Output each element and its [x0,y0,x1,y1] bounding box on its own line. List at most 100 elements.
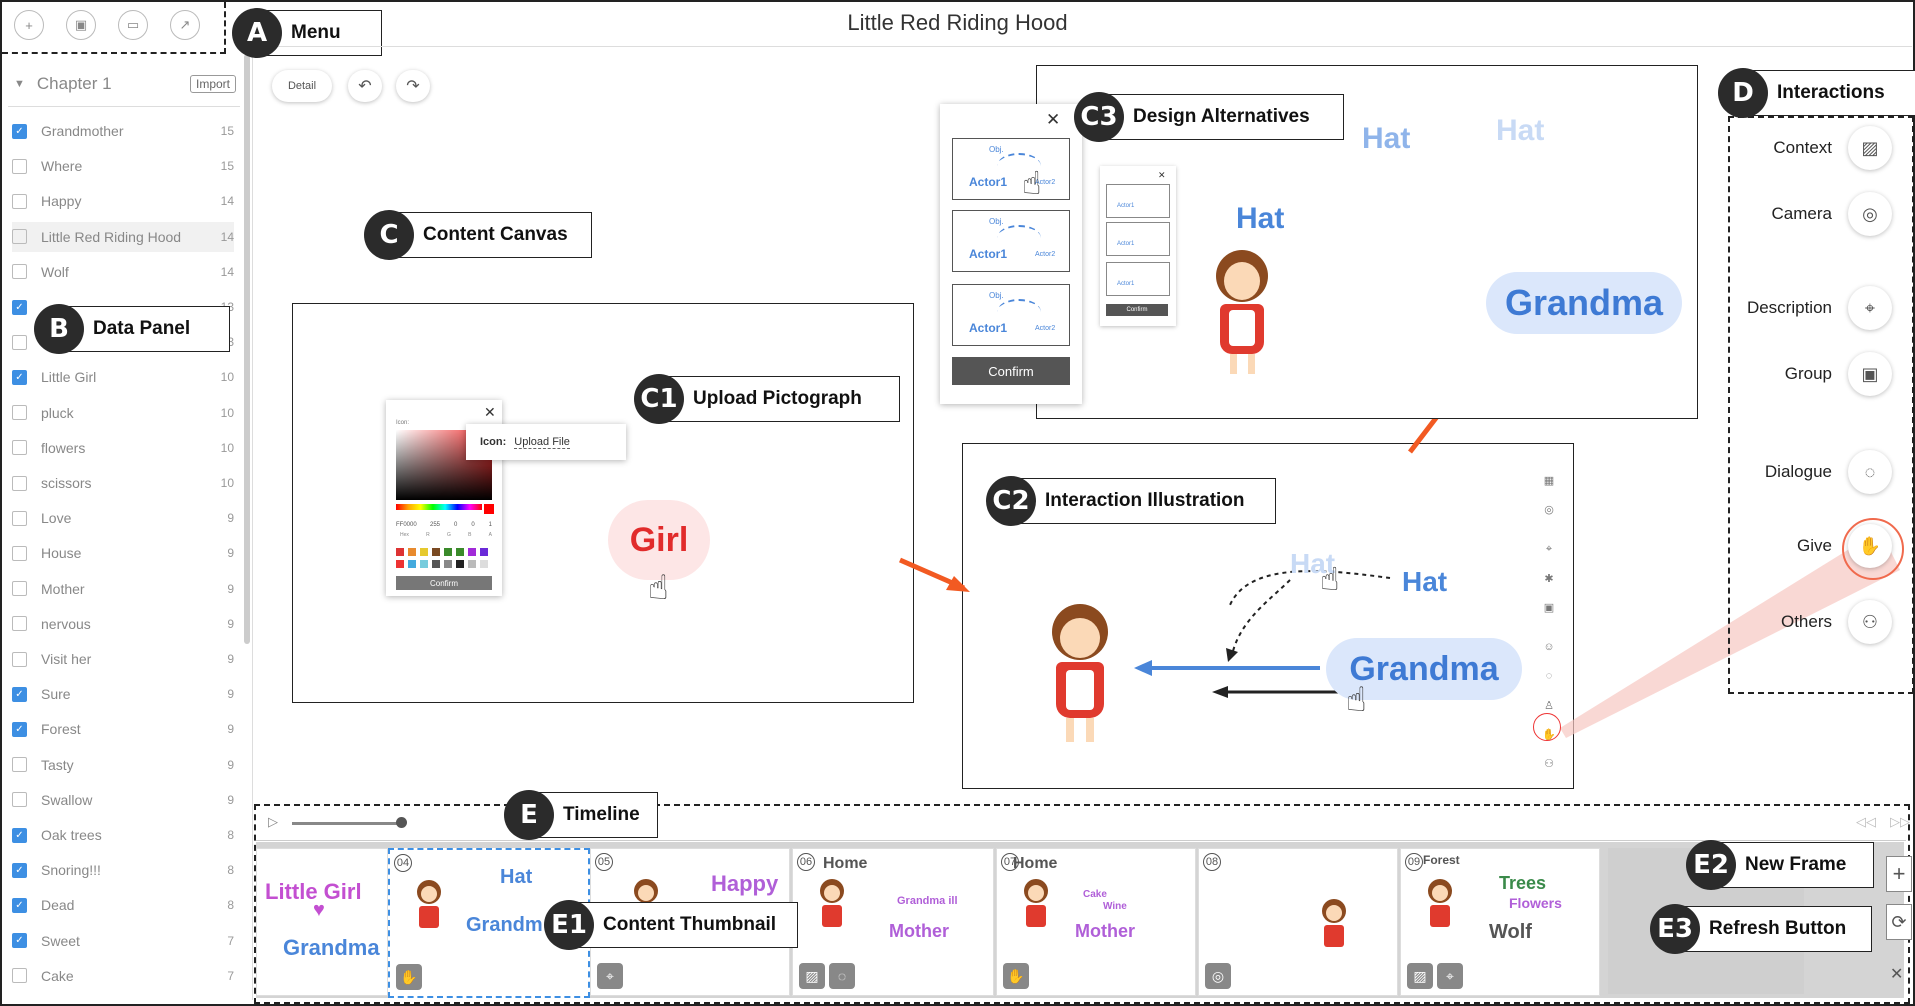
frame-text: Wolf [1489,921,1532,943]
people-icon[interactable]: ⚇ [1848,600,1892,644]
callout-design-alternatives: C3 Design Alternatives [1074,92,1344,142]
frame-thumbnail[interactable]: 06 Home Grandma ill Mother ▨ ◌ [792,848,994,996]
frame-thumbnail[interactable]: Little Girl Grandma ♥ [256,848,388,996]
camera-icon: ◎ [1205,963,1231,989]
callout-badge: A [232,8,282,58]
give-hand-icon: ✋ [1003,963,1029,989]
interaction-label: Give [1797,536,1832,555]
frame-girl-pictograph [1319,899,1349,955]
alt-hat[interactable]: Hat [1236,202,1284,236]
frame-number: 05 [595,853,613,871]
camera-icon[interactable]: ◎ [1540,500,1558,518]
callout-badge: E3 [1650,904,1700,954]
person-icon[interactable]: ♙ [1540,696,1558,714]
callout-badge: E1 [544,900,594,950]
frame-thumbnail[interactable]: 08 ◎ [1198,848,1398,996]
frame-text: Grandma ill [897,895,958,907]
speech-icon[interactable]: ◌ [1848,450,1892,494]
give-hand-icon: ✋ [396,964,422,990]
new-frame-button[interactable]: + [1886,856,1912,892]
callout-interactions: D Interactions [1718,68,1915,118]
hatch-icon: ▨ [1407,963,1433,989]
speech-icon[interactable]: ◌ [1540,667,1558,685]
tag-icon[interactable]: ⌖ [1540,540,1558,558]
alt-hat-faded-1: Hat [1362,122,1411,155]
callout-badge: D [1718,68,1768,118]
actor2-label: Actor2 [1035,325,1056,332]
timeline-slider[interactable] [292,822,402,825]
group-icon[interactable]: ▣ [1848,352,1892,396]
close-icon[interactable]: ✕ [1046,110,1060,130]
callout-badge: E2 [1686,840,1736,890]
mini-alternative-card[interactable]: Actor1 [1106,222,1170,256]
frame-text: Home [1013,855,1058,872]
tag-icon[interactable]: ⌖ [1848,286,1892,330]
callout-badge: C2 [986,476,1036,526]
mini-alternative-card[interactable]: Actor1 [1106,184,1170,218]
alternatives-confirm-button[interactable]: Confirm [952,357,1070,385]
obj-label: Obj. [989,291,1004,300]
little-girl-pictograph [1206,250,1280,376]
hatch-icon: ▨ [799,963,825,989]
frame-girl-pictograph [1425,879,1455,935]
frame-girl-pictograph [1021,879,1051,935]
close-icon[interactable]: ✕ [1890,964,1903,984]
illustration-hat[interactable]: Hat [1402,566,1447,598]
mini-confirm-button[interactable]: Confirm [1106,304,1168,316]
interaction-label: Dialogue [1764,462,1832,481]
frame-text: Flowers [1509,895,1562,911]
hatch-icon[interactable]: ▦ [1540,471,1558,489]
actor1-label: Actor1 [1117,241,1135,247]
callout-badge: C1 [634,374,684,424]
callout-label: Design Alternatives [1100,94,1344,140]
camera-icon[interactable]: ◎ [1848,192,1892,236]
callout-badge: C3 [1074,92,1124,142]
frame-text: Grandm [466,914,543,936]
timeline-slider-handle[interactable] [396,817,407,828]
frame-number: 06 [797,853,815,871]
actor2-label: Actor2 [1035,251,1056,258]
alternative-card[interactable]: Obj. Actor1 Actor2 [952,210,1070,272]
frame-thumbnail[interactable]: 07 Home Cake Wine Mother ✋ [996,848,1196,996]
interaction-label: Group [1784,364,1832,383]
callout-label: Refresh Button [1676,906,1872,952]
mini-alternative-card[interactable]: Actor1 [1106,262,1170,296]
frame-text: Happy [711,871,779,896]
interaction-label: Context [1773,138,1832,157]
obj-label: Obj. [989,145,1004,154]
speech-icon: ◌ [829,963,855,989]
frame-number: 08 [1203,853,1221,871]
forward-icon[interactable]: ▷▷ [1890,814,1910,830]
play-icon[interactable]: ▷ [268,814,278,830]
frame-text: Grandma [283,935,380,960]
give-mini-highlight [1533,713,1561,741]
frame-text: Cake [1083,889,1107,900]
refresh-button[interactable]: ⟳ [1886,904,1912,940]
close-icon[interactable]: ✕ [1158,170,1166,181]
frame-girl-pictograph [817,879,847,935]
alternative-card[interactable]: Obj. Actor1 Actor2 [952,284,1070,346]
frame-text: Forest [1423,853,1460,867]
people-icon[interactable]: ⚇ [1540,754,1558,772]
heart-icon: ♥ [313,899,325,921]
grandma-label: Grandma [1349,649,1499,688]
interaction-label: Camera [1771,204,1832,223]
alternative-arc [997,225,1041,251]
callout-badge: B [34,304,84,354]
alternative-card[interactable]: Obj. Actor1 Actor2 [952,138,1070,200]
alt-grandma[interactable]: Grandma [1486,272,1682,334]
group-icon[interactable]: ✱ [1540,569,1558,587]
frame-text: Mother [1075,921,1135,941]
group-icon[interactable]: ▣ [1540,598,1558,616]
frame-thumbnail[interactable]: 09 Forest Trees Flowers Wolf ▨ ⌖ [1400,848,1600,996]
rewind-icon[interactable]: ◁◁ [1856,814,1876,830]
timeline-divider [256,840,1906,841]
frame-number: 04 [394,854,412,872]
frame-text: Trees [1499,873,1547,893]
alt-hat-faded-2: Hat [1496,114,1545,147]
alternative-arc [997,299,1041,325]
face-icon[interactable]: ☺ [1540,638,1558,656]
tag-icon: ⌖ [1437,963,1463,989]
obj-label: Obj. [989,217,1004,226]
hatch-icon[interactable]: ▨ [1848,126,1892,170]
